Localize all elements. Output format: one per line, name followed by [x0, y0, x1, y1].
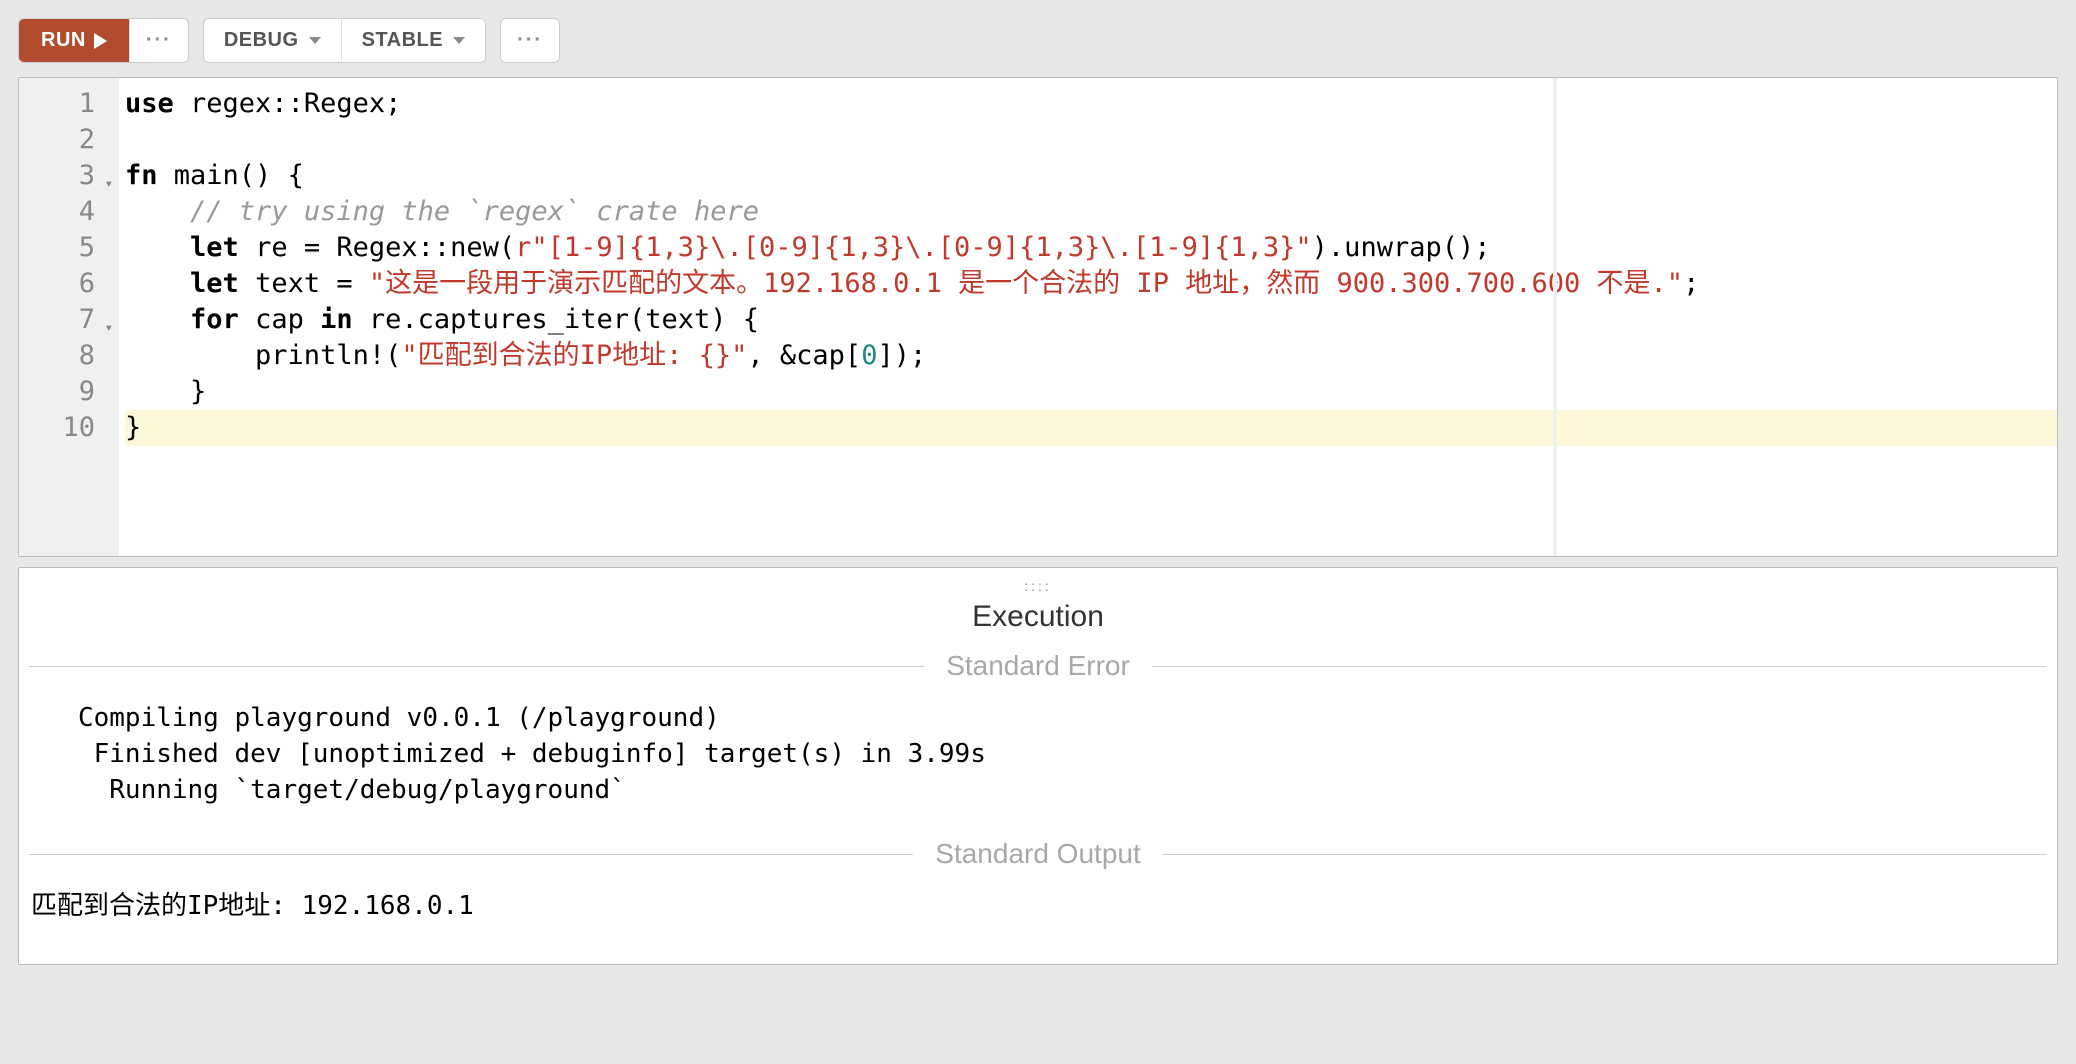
code-area[interactable]: use regex::Regex;fn main() { // try usin… — [119, 78, 2057, 556]
divider — [29, 854, 913, 855]
code-line[interactable]: println!("匹配到合法的IP地址: {}", &cap[0]); — [125, 338, 2057, 374]
toolbar: RUN ··· DEBUG STABLE ··· — [18, 18, 2058, 63]
line-number: 8 — [19, 338, 95, 374]
code-line[interactable]: let re = Regex::new(r"[1-9]{1,3}\.[0-9]{… — [125, 230, 2057, 266]
code-line[interactable]: use regex::Regex; — [125, 86, 2057, 122]
line-number: 5 — [19, 230, 95, 266]
execution-title: Execution — [19, 600, 2057, 634]
output-panel: :::: Execution Standard Error Compiling … — [18, 567, 2058, 965]
debug-button[interactable]: DEBUG — [204, 19, 341, 62]
line-number: 10 — [19, 410, 95, 446]
run-group: RUN ··· — [18, 18, 189, 63]
resize-handle[interactable]: :::: — [19, 578, 2057, 594]
chevron-down-icon — [453, 37, 465, 44]
gutter: 12345678910 — [19, 78, 119, 556]
divider — [1152, 666, 2047, 667]
code-line[interactable]: let text = "这是一段用于演示匹配的文本。192.168.0.1 是一… — [125, 266, 2057, 302]
stderr-header: Standard Error — [19, 650, 2057, 682]
code-line[interactable] — [125, 122, 2057, 158]
code-line[interactable]: for cap in re.captures_iter(text) { — [125, 302, 2057, 338]
run-more-button[interactable]: ··· — [129, 19, 188, 62]
print-margin — [1553, 78, 1557, 556]
debug-label: DEBUG — [224, 29, 299, 52]
stable-button[interactable]: STABLE — [341, 19, 486, 62]
config-more-button[interactable]: ··· — [501, 19, 559, 62]
code-line[interactable]: } — [125, 410, 2057, 446]
code-line[interactable]: // try using the `regex` crate here — [125, 194, 2057, 230]
stderr-label: Standard Error — [946, 650, 1130, 682]
stdout-label: Standard Output — [935, 838, 1140, 870]
line-number: 7 — [19, 302, 95, 338]
divider — [29, 666, 924, 667]
line-number: 3 — [19, 158, 95, 194]
line-number: 9 — [19, 374, 95, 410]
line-number: 4 — [19, 194, 95, 230]
run-button[interactable]: RUN — [19, 19, 129, 62]
debug-stable-group: DEBUG STABLE — [203, 18, 486, 63]
stable-label: STABLE — [362, 29, 444, 52]
run-label: RUN — [41, 29, 86, 52]
line-number: 2 — [19, 122, 95, 158]
code-line[interactable]: fn main() { — [125, 158, 2057, 194]
editor[interactable]: 12345678910 use regex::Regex;fn main() {… — [18, 77, 2058, 557]
config-group: ··· — [500, 18, 560, 63]
play-icon — [94, 33, 107, 49]
stderr-text: Compiling playground v0.0.1 (/playground… — [19, 700, 2057, 808]
divider — [1163, 854, 2047, 855]
stdout-header: Standard Output — [19, 838, 2057, 870]
line-number: 6 — [19, 266, 95, 302]
stdout-text: 匹配到合法的IP地址: 192.168.0.1 — [19, 888, 2057, 924]
code-line[interactable]: } — [125, 374, 2057, 410]
line-number: 1 — [19, 86, 95, 122]
chevron-down-icon — [309, 37, 321, 44]
